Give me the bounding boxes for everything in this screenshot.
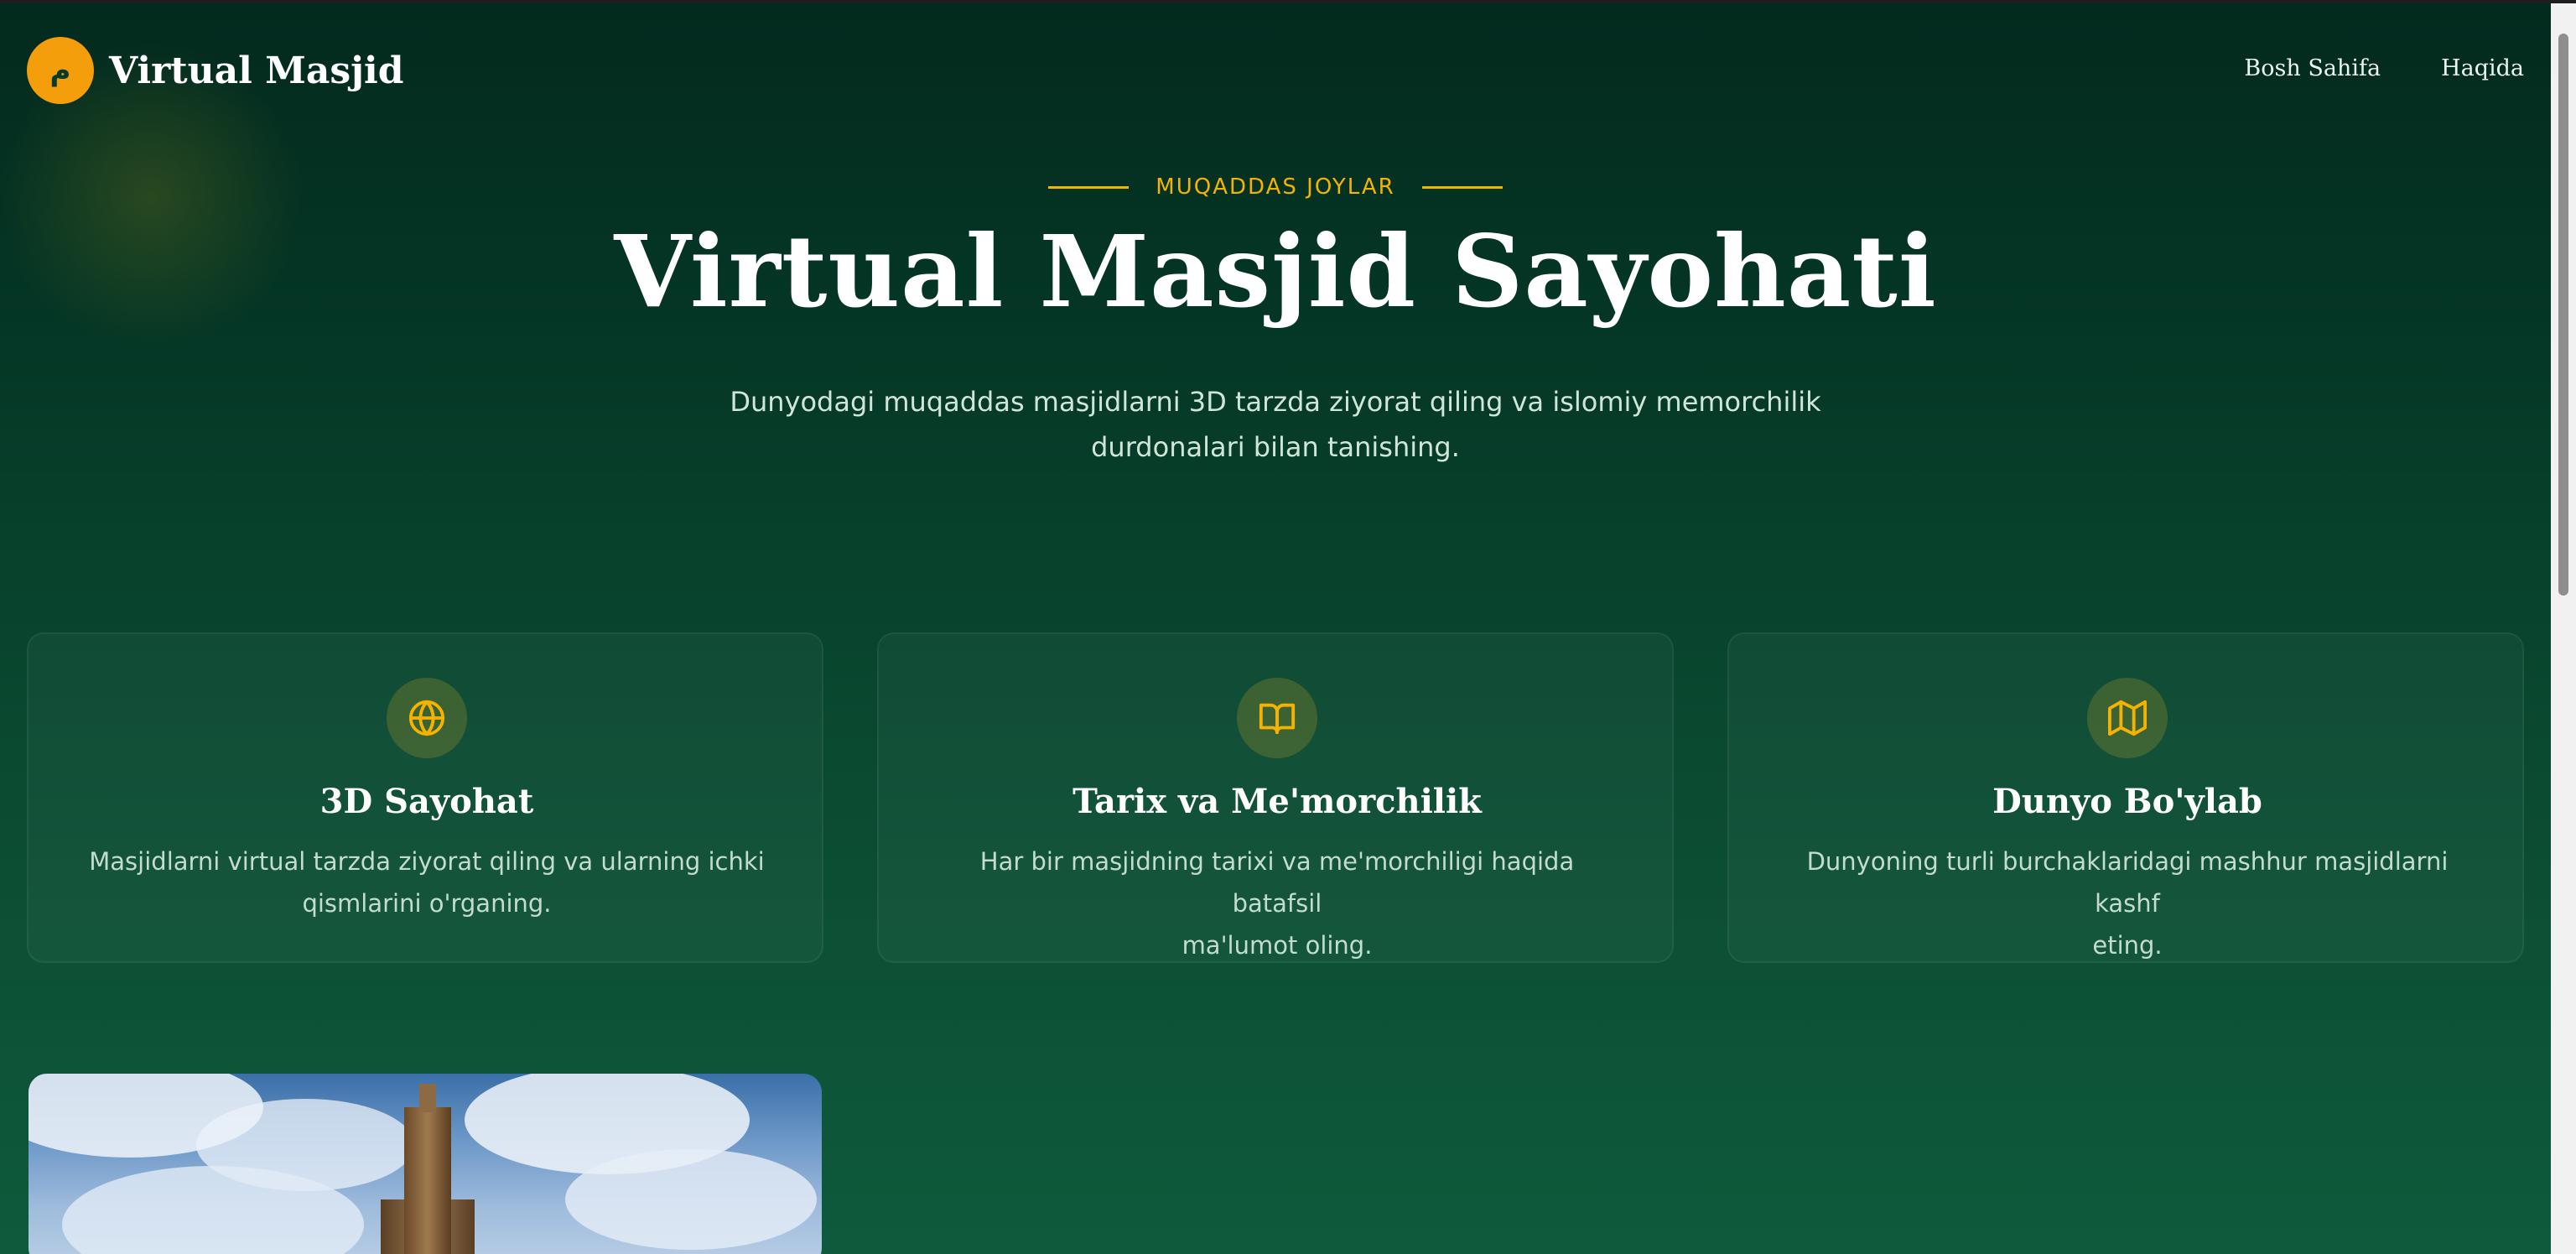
- feature-description-line-1: Dunyoning turli burchaklaridagi mashhur …: [1806, 847, 2449, 918]
- hero-subtitle: Dunyodagi muqaddas masjidlarni 3D tarzda…: [721, 379, 1830, 470]
- feature-title: Tarix va Me'morchilik: [1072, 782, 1482, 821]
- feature-description: Har bir masjidning tarixi va me'morchili…: [937, 840, 1617, 966]
- feature-title: Dunyo Bo'ylab: [1992, 782, 2262, 821]
- feature-description-line-2: eting.: [2092, 931, 2163, 960]
- hero-eyebrow: MUQADDAS JOYLAR: [0, 174, 2551, 200]
- nav-link-home[interactable]: Bosh Sahifa: [2244, 55, 2381, 81]
- hero-subtitle-line-2: durdonalari bilan tanishing.: [1091, 431, 1460, 463]
- feature-card-3d-tour: 3D Sayohat Masjidlarni virtual tarzda zi…: [27, 632, 823, 963]
- hero-title: Virtual Masjid Sayohati: [614, 213, 1937, 330]
- feature-description-line-1: Har bir masjidning tarixi va me'morchili…: [979, 847, 1575, 918]
- feature-card-world: Dunyo Bo'ylab Dunyoning turli burchaklar…: [1727, 632, 2524, 963]
- clock-tower: [404, 1107, 451, 1254]
- feature-description-line-2: ma'lumot oling.: [1182, 931, 1373, 960]
- globe-icon: [387, 678, 467, 758]
- feature-card-history: Tarix va Me'morchilik Har bir masjidning…: [877, 632, 1674, 963]
- navbar: م Virtual Masjid Bosh Sahifa Haqida: [0, 3, 2551, 129]
- feature-description: Masjidlarni virtual tarzda ziyorat qilin…: [87, 840, 766, 924]
- feature-cards: 3D Sayohat Masjidlarni virtual tarzda zi…: [27, 632, 2524, 963]
- map-icon: [2087, 678, 2168, 758]
- brand-name: Virtual Masjid: [109, 49, 404, 92]
- feature-description-line-2: qismlarini o'rganing.: [302, 889, 552, 918]
- eyebrow-divider-right: [1421, 185, 1503, 189]
- brand-logo[interactable]: م Virtual Masjid: [27, 37, 404, 104]
- feature-title: 3D Sayohat: [319, 782, 534, 821]
- eyebrow-text: MUQADDAS JOYLAR: [1156, 174, 1395, 200]
- hero-subtitle-line-1: Dunyodagi muqaddas masjidlarni 3D tarzda…: [730, 386, 1821, 418]
- logo-badge: م: [27, 37, 94, 104]
- clock-tower-spire: [419, 1084, 436, 1112]
- eyebrow-divider-left: [1048, 185, 1130, 189]
- vertical-scrollbar[interactable]: [2551, 3, 2576, 1254]
- scrollbar-thumb[interactable]: [2558, 34, 2568, 596]
- cloud-shape: [565, 1149, 817, 1250]
- mosque-image-card[interactable]: [29, 1074, 822, 1254]
- feature-description: Dunyoning turli burchaklaridagi mashhur …: [1788, 840, 2467, 966]
- nav-links: Bosh Sahifa Haqida: [2244, 55, 2524, 81]
- page: م Virtual Masjid Bosh Sahifa Haqida MUQA…: [0, 3, 2551, 1254]
- book-open-icon: [1237, 678, 1317, 758]
- nav-link-about[interactable]: Haqida: [2441, 55, 2524, 81]
- feature-description-line-1: Masjidlarni virtual tarzda ziyorat qilin…: [89, 847, 765, 876]
